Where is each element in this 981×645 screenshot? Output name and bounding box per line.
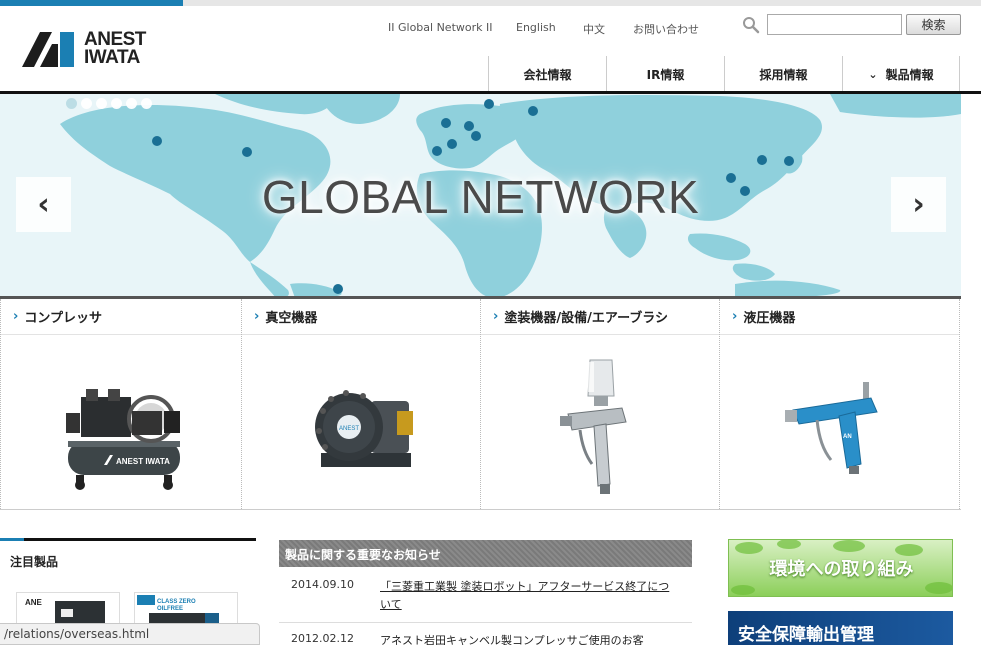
search-icon [743, 17, 760, 34]
slide-dot[interactable] [111, 98, 122, 109]
utility-link-english[interactable]: English [516, 21, 556, 34]
category-header[interactable]: › 塗装機器/設備/エアーブラシ [481, 299, 719, 335]
utility-link-chinese[interactable]: 中文 [583, 21, 605, 37]
slide-dot[interactable] [126, 98, 137, 109]
svg-text:ANEST: ANEST [339, 426, 359, 432]
category-header[interactable]: › 真空機器 [242, 299, 480, 335]
search-button[interactable]: 検索 [906, 14, 961, 35]
slider-prev-button[interactable]: ‹ [16, 177, 71, 232]
hero-title: GLOBAL NETWORK [261, 171, 700, 223]
environment-banner-label: 環境への取り組み [769, 559, 914, 580]
notice-link[interactable]: アネスト岩田キャンベル製コンプレッサご使用のお客 [380, 632, 680, 645]
nav-label: 会社情報 [523, 67, 572, 82]
slide-dot[interactable] [96, 98, 107, 109]
chevron-right-icon: › [254, 309, 260, 324]
featured-products-title: 注目製品 [10, 555, 59, 569]
top-accent-highlight [0, 0, 183, 6]
notice-date: 2012.02.12 [291, 632, 354, 645]
featured-accent [0, 538, 24, 541]
environment-banner[interactable]: 環境への取り組み [728, 539, 953, 597]
nav-item-company[interactable]: 会社情報 [488, 56, 606, 92]
slide-dot[interactable] [66, 98, 77, 109]
fluid-gun-image[interactable]: AN [720, 343, 959, 509]
svg-text:OILFREE: OILFREE [157, 606, 183, 612]
logo-text: ANEST IWATA [84, 30, 146, 68]
chevron-right-icon: › [13, 309, 19, 324]
svg-text:CLASS ZERO: CLASS ZERO [157, 599, 196, 605]
category-vacuum[interactable]: › 真空機器 ANEST [242, 299, 481, 509]
category-header[interactable]: › 液圧機器 [720, 299, 959, 335]
featured-divider [0, 538, 256, 541]
nav-label: IR情報 [646, 67, 685, 82]
nav-item-products[interactable]: ⌄ 製品情報 [842, 56, 960, 92]
notice-link[interactable]: 「三菱重工業製 塗装ロボット」アフターサービス終了について [380, 578, 680, 614]
product-categories: › コンプレッサ ANEST IWATA › 真空機器 ANEST › 塗装機器… [0, 299, 961, 510]
svg-text:AN: AN [843, 434, 852, 440]
svg-text:ANEST IWATA: ANEST IWATA [116, 457, 170, 466]
notice-date: 2014.09.10 [291, 578, 354, 591]
category-label: コンプレッサ [24, 311, 102, 326]
nav-item-ir[interactable]: IR情報 [606, 56, 724, 92]
notice-header: 製品に関する重要なお知らせ [279, 540, 692, 567]
category-compressor[interactable]: › コンプレッサ ANEST IWATA [0, 299, 242, 509]
nav-label: 採用情報 [759, 67, 808, 82]
top-accent-bar [0, 0, 981, 6]
vacuum-pump-image[interactable]: ANEST [242, 343, 480, 509]
chevron-right-icon: › [912, 187, 925, 222]
category-spray[interactable]: › 塗装機器/設備/エアーブラシ [481, 299, 720, 509]
chevron-right-icon: › [732, 309, 738, 324]
nav-label: 製品情報 [885, 67, 934, 82]
spray-gun-image[interactable] [481, 343, 719, 509]
nav-item-recruit[interactable]: 採用情報 [724, 56, 842, 92]
hero-slider[interactable]: GLOBAL NETWORK ‹ › [0, 94, 961, 298]
category-label: 液圧機器 [743, 311, 796, 326]
page: ANEST IWATA II Global Network II English… [0, 0, 981, 645]
security-export-banner-label: 安全保障輸出管理 [738, 625, 874, 645]
category-label: 真空機器 [265, 311, 318, 326]
category-header[interactable]: › コンプレッサ [1, 299, 241, 335]
notice-item: 2014.09.10 「三菱重工業製 塗装ロボット」アフターサービス終了について [279, 578, 692, 623]
utility-link-contact[interactable]: お問い合わせ [633, 21, 699, 37]
chevron-right-icon: › [493, 309, 499, 324]
category-label: 塗装機器/設備/エアーブラシ [504, 311, 669, 326]
slide-dot[interactable] [81, 98, 92, 109]
browser-status-bar: /relations/overseas.html [0, 623, 260, 645]
global-nav: 会社情報 IR情報 採用情報 ⌄ 製品情報 [488, 56, 960, 92]
security-export-banner[interactable]: 安全保障輸出管理 [728, 611, 953, 645]
svg-text:ANE: ANE [25, 598, 43, 607]
compressor-image[interactable]: ANEST IWATA [1, 343, 241, 509]
slider-next-button[interactable]: › [891, 177, 946, 232]
category-fluid[interactable]: › 液圧機器 AN [720, 299, 960, 509]
utility-link-global-network[interactable]: II Global Network II [388, 21, 492, 34]
slide-indicator-dots [66, 98, 152, 109]
search-input[interactable] [767, 14, 902, 35]
logo-mark-icon [22, 32, 74, 67]
notice-item: 2012.02.12 アネスト岩田キャンベル製コンプレッサご使用のお客 [279, 632, 692, 645]
chevron-down-icon: ⌄ [868, 67, 878, 81]
slide-dot[interactable] [141, 98, 152, 109]
anest-iwata-logo[interactable]: ANEST IWATA [22, 30, 162, 70]
logo-text-line2: IWATA [84, 47, 140, 68]
chevron-left-icon: ‹ [37, 187, 50, 222]
